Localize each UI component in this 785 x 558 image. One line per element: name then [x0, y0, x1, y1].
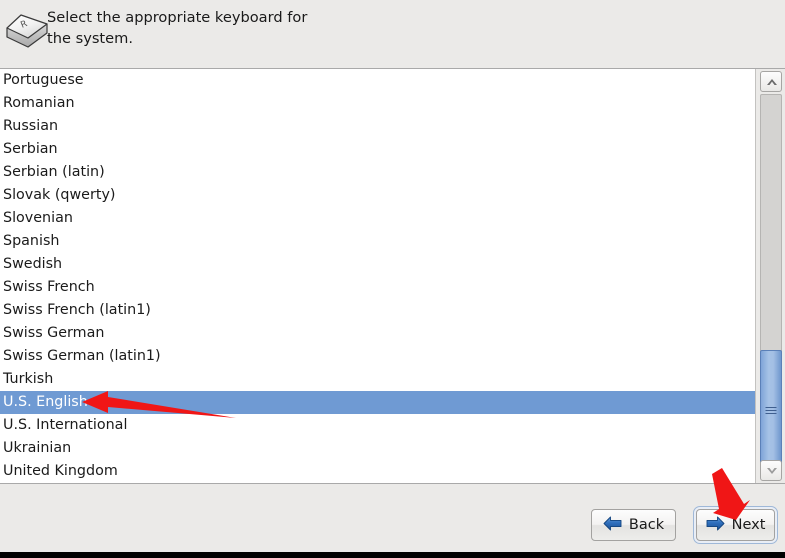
list-item[interactable]: Spanish: [0, 230, 755, 253]
keyboard-key-icon: R: [4, 6, 50, 50]
next-button[interactable]: Next: [696, 509, 775, 541]
next-button-focus-ring: Next: [693, 506, 778, 544]
list-item[interactable]: Swiss French: [0, 276, 755, 299]
instruction-header: R Select the appropriate keyboard for th…: [0, 0, 785, 68]
list-item[interactable]: Swiss French (latin1): [0, 299, 755, 322]
list-item[interactable]: Swiss German: [0, 322, 755, 345]
keyboard-list-container: Portuguese Romanian Russian Serbian Serb…: [0, 68, 785, 484]
list-item[interactable]: Swiss German (latin1): [0, 345, 755, 368]
list-item[interactable]: Slovenian: [0, 207, 755, 230]
list-item[interactable]: Russian: [0, 115, 755, 138]
list-item[interactable]: Romanian: [0, 92, 755, 115]
bottom-black-strip: [0, 552, 785, 558]
instruction-text: Select the appropriate keyboard for the …: [47, 9, 308, 47]
scrollbar-up-button[interactable]: [760, 71, 782, 92]
list-item[interactable]: Serbian: [0, 138, 755, 161]
list-item-selected[interactable]: U.S. English: [0, 391, 755, 414]
installer-keyboard-selection-window: R Select the appropriate keyboard for th…: [0, 0, 785, 558]
list-item[interactable]: Turkish: [0, 368, 755, 391]
list-scrollbar[interactable]: [755, 69, 785, 483]
list-item[interactable]: Portuguese: [0, 69, 755, 92]
back-button-label: Back: [628, 517, 665, 533]
list-item[interactable]: Serbian (latin): [0, 161, 755, 184]
arrow-right-icon: [706, 516, 725, 535]
grip-lines-icon: [765, 405, 777, 414]
chevron-down-icon: [767, 468, 777, 474]
chevron-up-icon: [767, 79, 777, 85]
list-item[interactable]: Slovak (qwerty): [0, 184, 755, 207]
next-button-label: Next: [731, 517, 766, 533]
keyboard-layout-list[interactable]: Portuguese Romanian Russian Serbian Serb…: [0, 69, 755, 483]
scrollbar-thumb[interactable]: [760, 350, 782, 467]
list-item[interactable]: Ukrainian: [0, 437, 755, 460]
scrollbar-down-button[interactable]: [760, 460, 782, 481]
back-button[interactable]: Back: [591, 509, 676, 541]
arrow-left-icon: [603, 516, 622, 535]
list-item[interactable]: Swedish: [0, 253, 755, 276]
list-item[interactable]: United Kingdom: [0, 460, 755, 483]
list-item[interactable]: U.S. International: [0, 414, 755, 437]
